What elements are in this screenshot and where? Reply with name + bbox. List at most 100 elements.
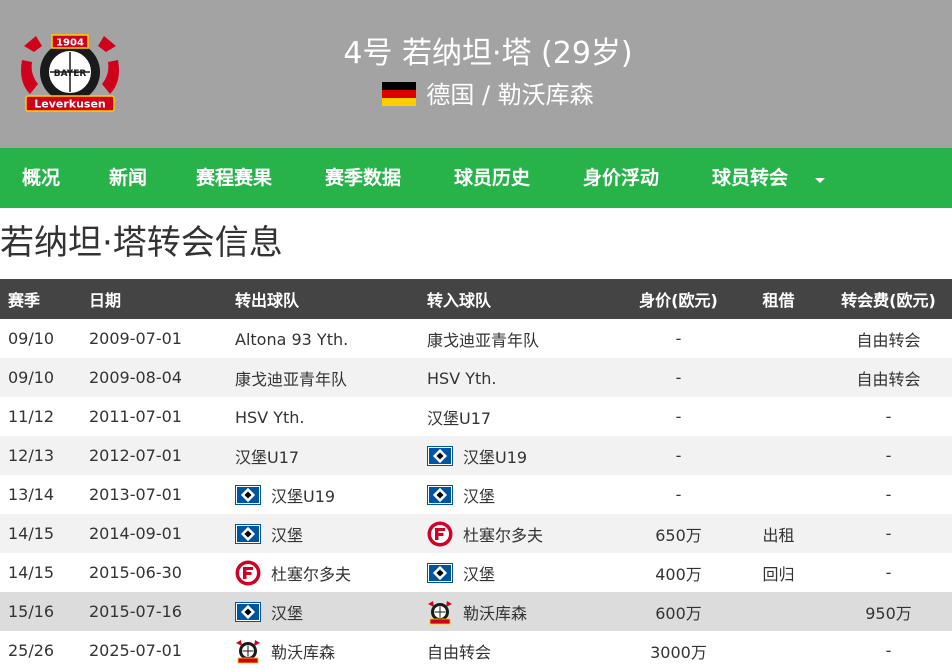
team-name[interactable]: 杜塞尔多夫: [271, 565, 351, 584]
team-name[interactable]: HSV Yth.: [235, 408, 305, 427]
cell-loan: [732, 319, 825, 358]
column-header-from-team: 转出球队: [235, 291, 300, 310]
cell-loan: [732, 436, 825, 475]
cell-date: 2013-07-01: [89, 485, 182, 504]
nav-item-market-value[interactable]: 身价浮动: [583, 148, 659, 208]
cell-season: 09/10: [0, 358, 87, 397]
nationality-club-text[interactable]: 德国 / 勒沃库森: [426, 81, 593, 109]
page-title: 若纳坦·塔转会信息: [0, 223, 283, 263]
nav-item-player-history[interactable]: 球员历史: [454, 148, 530, 208]
cell-market-value: 400万: [655, 564, 702, 584]
table-row: 11/12 2011-07-01 HSV Yth. 汉堡U17 - -: [0, 397, 952, 436]
cell-from-team[interactable]: 汉堡: [233, 514, 425, 553]
column-header-loan: 租借: [762, 291, 795, 310]
cell-market-value: 600万: [625, 592, 732, 631]
cell-fee: -: [885, 563, 892, 582]
cell-to-team[interactable]: 汉堡: [425, 475, 625, 514]
leverkusen-crest-icon: [427, 599, 453, 625]
cell-loan: 出租: [732, 514, 825, 553]
team-name[interactable]: HSV Yth.: [427, 369, 497, 388]
player-subtitle: 德国 / 勒沃库森: [0, 78, 952, 112]
cell-season: 12/13: [0, 436, 87, 475]
hsv-crest-icon: [427, 443, 453, 469]
nav-item-fixtures[interactable]: 赛程赛果: [196, 148, 272, 208]
cell-to-team[interactable]: 汉堡U17: [425, 397, 625, 436]
cell-loan: [732, 358, 825, 397]
team-name[interactable]: Altona 93 Yth.: [235, 330, 348, 349]
hsv-crest-icon: [235, 599, 261, 625]
team-name[interactable]: 勒沃库森: [271, 643, 335, 662]
column-header-market-value: 身价(欧元): [639, 291, 718, 310]
cell-market-value: -: [675, 485, 682, 504]
cell-date: 2014-09-01: [87, 514, 233, 553]
cell-from-team[interactable]: 汉堡U19: [233, 475, 425, 514]
team-name[interactable]: 汉堡U19: [271, 487, 335, 506]
team-name[interactable]: 勒沃库森: [463, 604, 527, 623]
cell-date: 2015-06-30: [89, 563, 182, 582]
column-header-date: 日期: [89, 291, 122, 310]
team-name[interactable]: 汉堡U17: [235, 448, 299, 467]
cell-from-team[interactable]: Altona 93 Yth.: [233, 319, 425, 358]
table-row: 14/15 2015-06-30 杜塞尔多夫 汉堡 400万 回归 -: [0, 553, 952, 592]
team-name[interactable]: 汉堡: [463, 487, 495, 506]
cell-to-team[interactable]: 自由转会: [425, 631, 625, 670]
cell-loan: [732, 397, 825, 436]
team-name[interactable]: 汉堡: [271, 604, 303, 623]
cell-to-team[interactable]: 康戈迪亚青年队: [425, 319, 625, 358]
cell-loan: [732, 631, 825, 670]
cell-fee: -: [825, 436, 952, 475]
germany-flag-icon: [382, 82, 417, 106]
table-row: 14/15 2014-09-01 汉堡 杜塞尔多夫 650万 出租 -: [0, 514, 952, 553]
cell-to-team[interactable]: 勒沃库森: [425, 592, 625, 631]
player-title: 4号 若纳坦·塔 (29岁): [343, 36, 633, 71]
nav-item-news[interactable]: 新闻: [109, 148, 147, 208]
cell-to-team[interactable]: 汉堡U19: [425, 436, 625, 475]
cell-from-team[interactable]: 勒沃库森: [233, 631, 425, 670]
team-name[interactable]: 自由转会: [427, 643, 491, 662]
table-header-row: 赛季 日期 转出球队 转入球队 身价(欧元) 租借 转会费(欧元): [0, 279, 952, 319]
fortuna-crest-icon: [427, 521, 453, 547]
cell-season: 13/14: [8, 485, 55, 504]
cell-fee: -: [885, 641, 892, 660]
cell-from-team[interactable]: 汉堡U17: [233, 436, 425, 475]
team-name[interactable]: 汉堡: [271, 526, 303, 545]
team-name[interactable]: 汉堡: [463, 565, 495, 584]
player-header: 1904 BAYER Leverkusen 4号 若纳坦·塔 (29岁) 德国 …: [0, 0, 952, 148]
cell-from-team[interactable]: 杜塞尔多夫: [233, 553, 425, 592]
nav-item-transfers[interactable]: 球员转会: [712, 148, 788, 208]
cell-to-team[interactable]: 汉堡: [425, 553, 625, 592]
cell-to-team[interactable]: 杜塞尔多夫: [425, 514, 625, 553]
cell-market-value: 650万: [625, 514, 732, 553]
cell-from-team[interactable]: 康戈迪亚青年队: [233, 358, 425, 397]
cell-market-value: -: [625, 436, 732, 475]
cell-market-value: -: [675, 329, 682, 348]
team-name[interactable]: 杜塞尔多夫: [463, 526, 543, 545]
cell-market-value: -: [625, 358, 732, 397]
cell-date: 2009-07-01: [89, 329, 182, 348]
chevron-down-icon[interactable]: [815, 178, 825, 183]
cell-to-team[interactable]: HSV Yth.: [425, 358, 625, 397]
table-row: 15/16 2015-07-16 汉堡 勒沃库森 600万 950万: [0, 592, 952, 631]
hsv-crest-icon: [235, 521, 261, 547]
team-name[interactable]: 康戈迪亚青年队: [427, 331, 539, 350]
cell-date: 2025-07-01: [89, 641, 182, 660]
team-name[interactable]: 康戈迪亚青年队: [235, 370, 347, 389]
cell-season: 14/15: [0, 514, 87, 553]
cell-loan: [732, 592, 825, 631]
hsv-crest-icon: [235, 482, 261, 508]
cell-season: 25/26: [8, 641, 55, 660]
team-name[interactable]: 汉堡U17: [427, 409, 491, 428]
team-name[interactable]: 汉堡U19: [463, 448, 527, 467]
cell-from-team[interactable]: 汉堡: [233, 592, 425, 631]
main-nav: 概况 新闻 赛程赛果 赛季数据 球员历史 身价浮动 球员转会: [0, 148, 952, 208]
cell-fee: -: [825, 514, 952, 553]
table-row: 25/26 2025-07-01 勒沃库森 自由转会 3000万 -: [0, 631, 952, 670]
cell-date: 2012-07-01: [87, 436, 233, 475]
nav-item-overview[interactable]: 概况: [22, 148, 60, 208]
table-row: 13/14 2013-07-01 汉堡U19 汉堡 - -: [0, 475, 952, 514]
cell-season: 11/12: [8, 407, 55, 426]
cell-date: 2015-07-16: [87, 592, 233, 631]
cell-from-team[interactable]: HSV Yth.: [233, 397, 425, 436]
cell-fee: 自由转会: [825, 358, 952, 397]
nav-item-season-stats[interactable]: 赛季数据: [325, 148, 401, 208]
